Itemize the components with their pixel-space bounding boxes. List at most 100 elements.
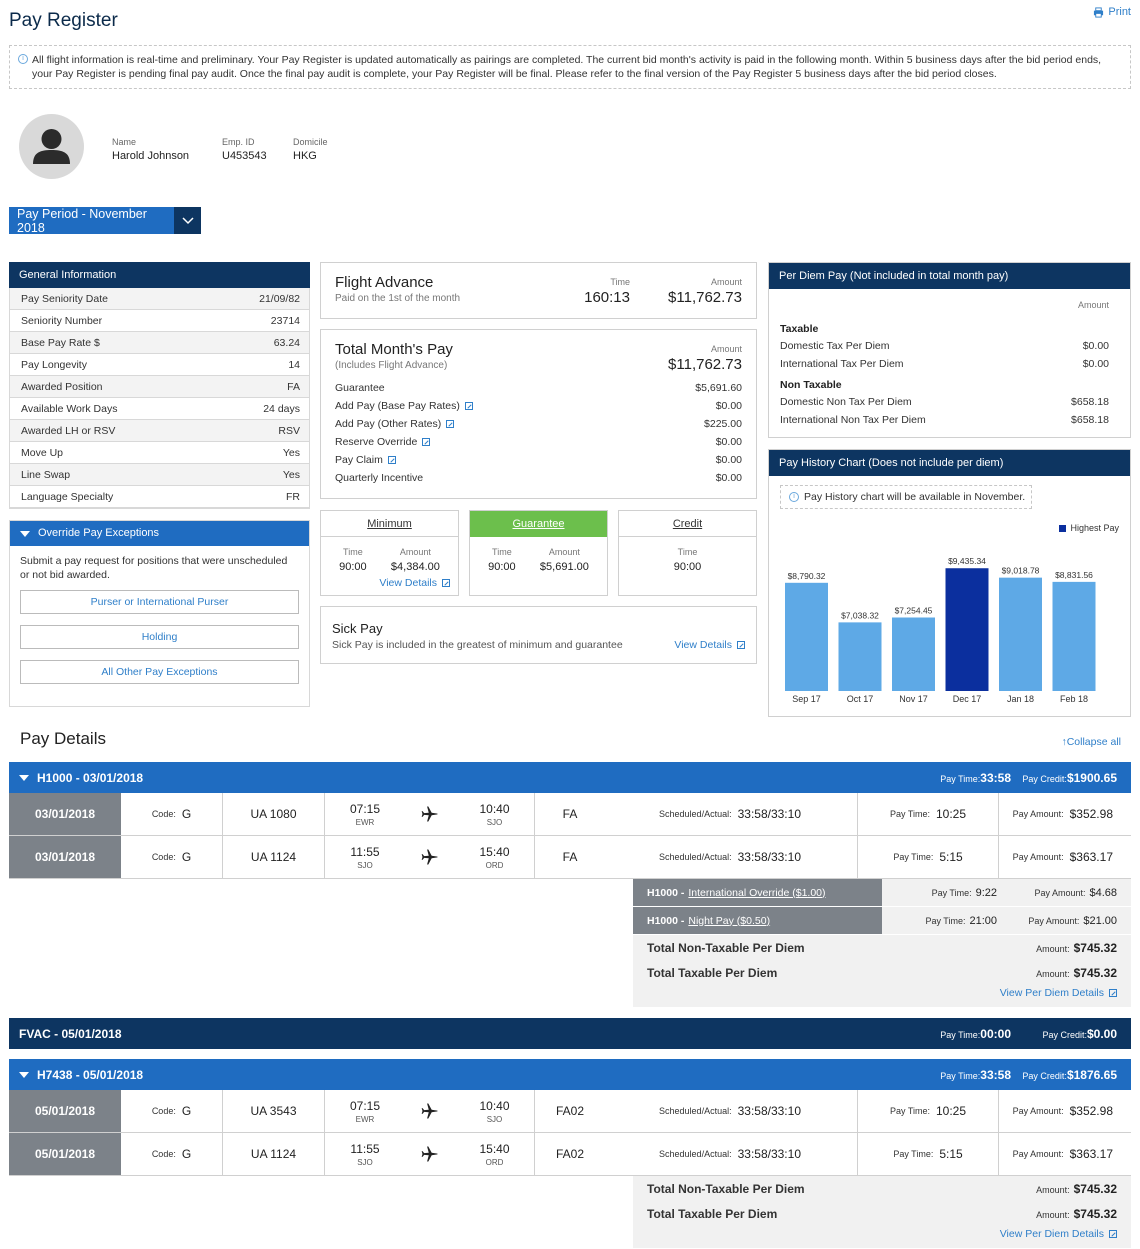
amount-value: $745.32 [1073,1206,1117,1221]
pay-amount-value: $363.17 [1069,1147,1113,1161]
other-exceptions-button[interactable]: All Other Pay Exceptions [20,660,299,684]
arrival-airport: SJO [486,1114,503,1124]
pay-breakdown-value: $0.00 [715,454,742,466]
per-diem-totals: Total Non-Taxable Per Diem Amount: $745.32… [633,935,1131,1007]
adjustment-link[interactable]: International Override ($1.00) [688,887,825,899]
profile-name: Name Harold Johnson [112,137,189,162]
pay-breakdown-value: $0.00 [715,472,742,484]
purser-button[interactable]: Purser or International Purser [20,590,299,614]
sick-pay-card: Sick Pay Sick Pay is included in the gre… [320,606,757,664]
general-info-row: Available Work Days 24 days [10,398,309,420]
general-info-label: Line Swap [21,468,71,481]
row-pay-amount: Pay Amount: $352.98 [999,793,1131,835]
minimum-amount: $4,384.00 [390,561,440,573]
pay-breakdown-row: Quarterly Incentive $0.00 [335,469,742,487]
pay-breakdown-label-wrap[interactable]: Pay Claim [335,454,396,466]
pay-time-value: 5:15 [939,850,963,864]
per-diem-row: International Non Tax Per Diem $658.18 [769,411,1130,429]
collapse-all-button[interactable]: ↑Collapse all [1061,736,1121,748]
total-non-taxable-row: Total Non-Taxable Per Diem Amount: $745.32 [633,935,1131,960]
amount-label: Amount: [1036,968,1070,979]
flight-advance-amount-label: Amount [710,277,742,287]
flight-row[interactable]: 03/01/2018 Code: G UA 1080 07:15 EWR 10:40 SJO F… [9,793,1131,836]
general-info-label: Language Specialty [21,490,114,503]
airplane-icon [405,793,455,835]
scheduled-value: 33:58/33:10 [737,807,801,821]
guarantee-amount: $5,691.00 [539,561,589,573]
minimum-title[interactable]: Minimum [321,511,458,537]
airplane-icon [405,1090,455,1132]
caret-down-icon[interactable] [19,1071,29,1078]
row-pay-time: Pay Time: 10:25 [858,793,999,835]
adjustment-link[interactable]: Night Pay ($0.50) [688,915,770,927]
minimum-view-details[interactable]: View Details [321,573,458,589]
general-info-row: Pay Longevity 14 [10,354,309,376]
pay-breakdown-label: Reserve Override [335,436,418,448]
scheduled-actual: Scheduled/Actual: 33:58/33:10 [605,1133,858,1175]
external-link-icon[interactable] [446,420,455,429]
position: FA02 [555,1147,585,1161]
departure-time: 11:55 [350,1141,380,1156]
pairing-header[interactable]: FVAC - 05/01/2018 Pay Time:00:00 Pay Credi… [9,1018,1131,1049]
flight-row[interactable]: 05/01/2018 Code: G UA 3543 07:15 EWR 10:40 SJO F… [9,1090,1131,1133]
view-per-diem-details[interactable]: View Per Diem Details [633,985,1131,1007]
amount-value: $745.32 [1073,965,1117,980]
general-info-value: Yes [282,468,300,481]
chart-category-label: Nov 17 [899,694,928,704]
pairing-pay-time: Pay Time:00:00 [901,1027,1011,1041]
external-link-icon[interactable] [464,402,473,411]
pay-amount-label: Pay Amount: [1012,809,1064,819]
external-link-icon[interactable] [422,438,431,447]
row-pay-amount: Pay Amount: $363.17 [999,1133,1131,1175]
pay-breakdown-row: Add Pay (Base Pay Rates) $0.00 [335,397,742,415]
scheduled-value: 33:58/33:10 [737,850,801,864]
pairing-pay-time: Pay Time:33:58 [901,771,1011,785]
total-taxable-row: Total Taxable Per Diem Amount: $745.32 [633,960,1131,985]
chart-bar-sep-17 [785,582,828,691]
pay-breakdown-label-wrap[interactable]: Reserve Override [335,436,431,448]
pay-breakdown-value: $0.00 [715,436,742,448]
credit-time: 90:00 [673,561,702,573]
pairing-header[interactable]: H1000 - 03/01/2018 Pay Time:33:58 Pay Cred… [9,762,1131,793]
guarantee-title[interactable]: Guarantee [470,511,607,537]
total-pay-amount-label: Amount [710,344,742,354]
print-button[interactable]: Print [1093,6,1131,18]
chevron-down-icon[interactable] [174,207,201,234]
minimum-time: 90:00 [339,561,367,573]
pay-time-label: Pay Time: [940,773,981,784]
emp-id-value: U453543 [222,150,267,162]
sick-pay-view-details[interactable]: View Details [674,639,745,651]
credit-title[interactable]: Credit [619,511,756,537]
holding-button[interactable]: Holding [20,625,299,649]
caret-down-icon[interactable] [19,774,29,781]
pay-time-label: Pay Time: [889,809,930,819]
flight-row[interactable]: 03/01/2018 Code: G UA 1124 11:55 SJO 15:40 ORD F… [9,836,1131,879]
departure-time: 07:15 [349,801,381,816]
pay-period-dropdown[interactable]: Pay Period - November 2018 [9,207,201,235]
total-pay-amount: $11,762.73 [668,356,742,373]
adjustment-pay-amount: Pay Amount: $4.68 [997,879,1131,906]
profile-emp-id: Emp. ID U453543 [222,137,267,162]
override-pay-exceptions-header[interactable]: Override Pay Exceptions [10,521,309,546]
pairing-header[interactable]: H7438 - 05/01/2018 Pay Time:33:58 Pay Cred… [9,1059,1131,1090]
per-diem-label: Domestic Tax Per Diem [780,340,890,352]
pay-breakdown-label-wrap[interactable]: Add Pay (Other Rates) [335,418,455,430]
total-non-taxable-amount: Amount: $745.32 [1036,941,1117,955]
flight-date: 03/01/2018 [9,836,121,878]
pay-credit-label: Pay Credit: [1022,1070,1067,1081]
credit-time-label: Time [677,547,698,557]
total-pay-title: Total Month's Pay [335,341,453,358]
chart-bar-feb-18 [1052,581,1096,691]
pay-time-value: 33:58 [980,1067,1011,1082]
sick-pay-title: Sick Pay [332,621,383,636]
per-diem-value: $0.00 [1082,358,1109,370]
external-link-icon[interactable] [387,456,396,465]
flight-row[interactable]: 05/01/2018 Code: G UA 1124 11:55 SJO 15:40 ORD F… [9,1133,1131,1176]
scheduled-value: 33:58/33:10 [737,1104,801,1118]
per-diem-value: $658.18 [1071,414,1109,426]
departure-time: 11:55 [350,844,380,859]
view-per-diem-details[interactable]: View Per Diem Details [633,1226,1131,1248]
amount-label: Amount: [1036,943,1070,954]
row-pay-time: Pay Time: 10:25 [858,1090,999,1132]
pay-breakdown-label-wrap[interactable]: Add Pay (Base Pay Rates) [335,400,473,412]
